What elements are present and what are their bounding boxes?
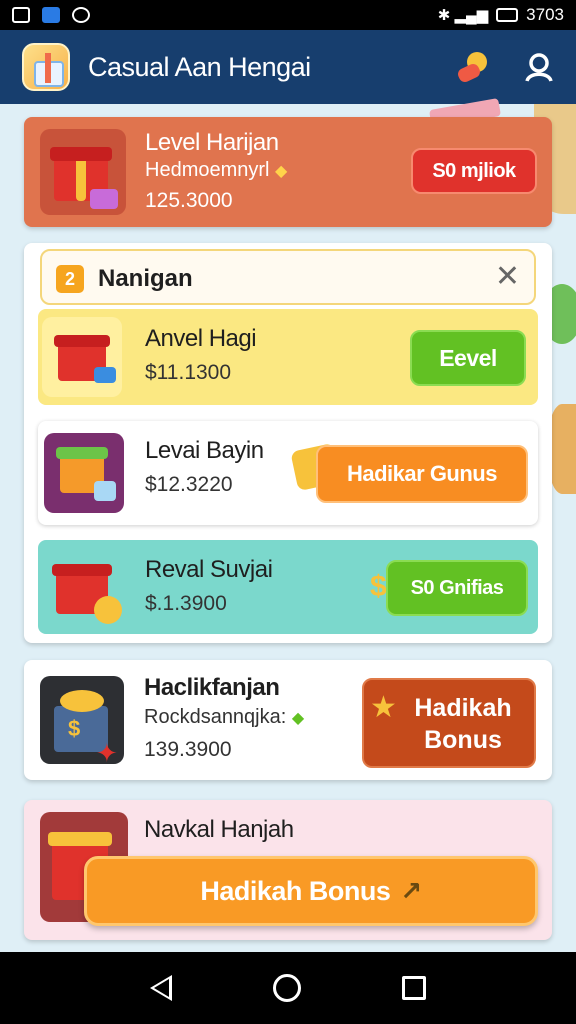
gnifias-button[interactable]: S0 Gnifias [386,560,528,616]
panel-badge: 2 [56,265,84,293]
card-title: Haclikfanjan [144,674,280,701]
home-icon[interactable] [272,974,301,1002]
hadikah-bonus-wide-button[interactable]: Hadikah Bonus ↗ [84,856,538,926]
featured-subtitle-text: Hedmoemnyrl [145,159,270,181]
row-title: Levai Bayin [145,437,264,464]
back-icon[interactable] [150,975,173,1001]
featured-title: Level Harijan [145,129,279,156]
app-notification-icon [42,7,60,23]
reward-row-reval[interactable]: Reval Suvjai $.1.3900 $ S0 Gnifias [38,540,538,634]
button-line-1: Hadikah [414,694,512,722]
app-bar: Casual Aan Hengai [0,30,576,104]
featured-subtitle: Hedmoemnyrl ◆ [145,159,287,182]
sparkle-icon: ◆ [275,163,288,180]
button-label: Hadikah Bonus [200,875,391,906]
gift-box-icon [44,433,124,513]
gem-icon: ◆ [291,710,305,727]
card-subtitle-text: Rockdsannqjka: [144,706,287,728]
button-line-2: Bonus [424,726,502,754]
reward-row-levai[interactable]: Levai Bayin $12.3220 Hadikar Gunus [38,421,538,525]
haclikfanjan-card[interactable]: $ ✦ Haclikfanjan Rockdsannqjka: ◆ 139.39… [24,660,552,780]
row-value: $12.3220 [145,473,233,496]
row-value: $11.1300 [145,361,232,384]
app-bar-actions [456,50,554,84]
status-bar: ✱ ▂▄▆ 3703 [0,0,576,30]
signal-icon: ✱ ▂▄▆ [437,7,489,24]
row-value: $.1.3900 [145,592,227,615]
featured-value: 125.3000 [145,189,233,212]
sync-icon [72,7,90,23]
panel-title: Nanigan [98,265,193,292]
star-icon: ✦ [96,738,118,768]
reward-row-anvel[interactable]: Anvel Hagi $11.1300 Eevel [38,309,538,405]
featured-card[interactable]: Level Harijan Hedmoemnyrl ◆ 125.3000 S0 … [24,117,552,227]
row-title: Anvel Hagi [145,325,257,352]
app-logo [22,43,70,91]
gallery-icon [12,7,30,23]
status-left-icons [12,7,90,23]
featured-button[interactable]: S0 mjliok [411,148,537,194]
recent-apps-icon[interactable] [401,976,426,1000]
eevel-button[interactable]: Eevel [410,330,526,386]
hadikar-gunus-button[interactable]: Hadikar Gunus [316,445,528,503]
status-right: ✱ ▂▄▆ 3703 [438,5,564,25]
mascot-icon[interactable] [456,50,490,84]
gift-box-icon [46,548,126,628]
card-value: 139.3900 [144,738,232,761]
clock: 3703 [526,5,564,24]
star-icon: ★ [370,691,397,724]
cursor-icon: ↗ [400,875,422,906]
close-icon[interactable]: ✕ [495,259,520,294]
app-title: Casual Aan Hengai [88,51,311,82]
coin-icon: $ [68,716,81,741]
gift-box-icon [42,317,122,397]
card-title: Navkal Hanjah [144,816,294,843]
profile-icon[interactable] [524,52,554,82]
treasure-box-icon: $ ✦ [40,676,124,768]
gift-box-icon [40,129,126,215]
battery-icon [496,8,519,22]
row-title: Reval Suvjai [145,556,273,583]
nanigan-panel: 2 Nanigan ✕ Anvel Hagi $11.1300 Eevel Le… [24,243,552,643]
navigation-bar [0,952,576,1024]
panel-header: 2 Nanigan ✕ [40,249,536,305]
sparkle-icon: $ [370,570,387,603]
card-subtitle: Rockdsannqjka: ◆ [144,706,304,729]
navkal-card[interactable]: Navkal Hanjah Hadikah Bonus ↗ [24,800,552,940]
